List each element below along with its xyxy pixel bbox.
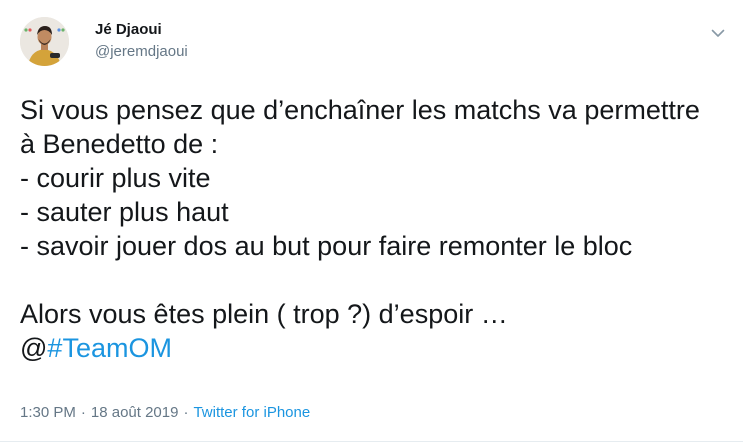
author-name[interactable]: Jé Djaoui [95, 20, 162, 40]
tweet-line: Si vous pensez que d’enchaîner les match… [20, 95, 700, 125]
avatar[interactable] [20, 17, 69, 66]
tweet-line: Alors vous êtes plein ( trop ?) d’espoir… [20, 299, 508, 329]
tweet-time[interactable]: 1:30 PM [20, 404, 76, 421]
meta-separator: · [80, 404, 86, 421]
mention-prefix: @ [20, 333, 48, 363]
tweet-line: - courir plus vite [20, 163, 211, 193]
chevron-down-icon [711, 29, 725, 37]
author-handle[interactable]: @jeremdjaoui [95, 42, 188, 62]
avatar-image [20, 17, 69, 66]
tweet-menu-button[interactable] [707, 22, 729, 44]
tweet-line: - sauter plus haut [20, 197, 229, 227]
tweet-meta: 1:30 PM · 18 août 2019 · Twitter for iPhone [20, 403, 310, 423]
tweet-line: - savoir jouer dos au but pour faire rem… [20, 231, 633, 261]
hashtag-link[interactable]: #TeamOM [47, 333, 172, 363]
tweet-line-hashtag: @#TeamOM [20, 331, 732, 365]
tweet-card: Jé Djaoui @jeremdjaoui Si vous pensez qu… [0, 0, 743, 442]
tweet-text: Si vous pensez que d’enchaîner les match… [20, 93, 732, 365]
tweet-line: à Benedetto de : [20, 129, 219, 159]
tweet-date[interactable]: 18 août 2019 [91, 404, 179, 421]
meta-separator: · [183, 404, 189, 421]
tweet-source-link[interactable]: Twitter for iPhone [193, 404, 310, 421]
